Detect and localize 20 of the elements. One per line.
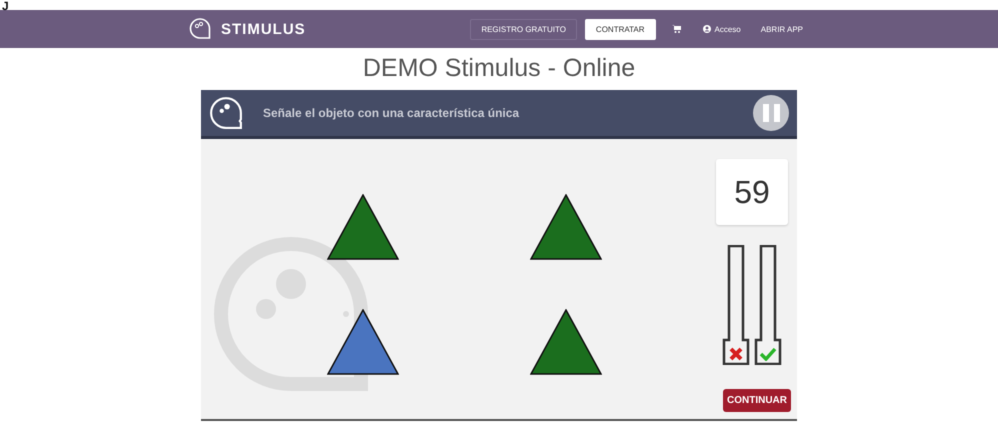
hire-button[interactable]: CONTRATAR bbox=[584, 18, 656, 40]
timer: 59 bbox=[716, 159, 788, 225]
stray-character: J bbox=[2, 0, 9, 12]
triangle[interactable] bbox=[530, 308, 602, 374]
brand-name: STIMULUS bbox=[221, 20, 306, 38]
logo-icon bbox=[189, 18, 213, 40]
pause-button[interactable] bbox=[753, 95, 789, 131]
page-title: DEMO Stimulus - Online bbox=[362, 53, 636, 84]
cart-icon[interactable] bbox=[672, 25, 681, 33]
triangle[interactable] bbox=[326, 308, 398, 374]
user-icon bbox=[702, 25, 711, 33]
register-button[interactable]: REGISTRO GRATUITO bbox=[470, 18, 577, 40]
login-link[interactable]: Acceso bbox=[696, 24, 747, 34]
continue-button[interactable]: CONTINUAR bbox=[723, 389, 791, 412]
cross-icon bbox=[729, 347, 743, 361]
triangle[interactable] bbox=[326, 194, 398, 260]
triangle[interactable] bbox=[530, 194, 602, 260]
open-app-link[interactable]: ABRIR APP bbox=[754, 24, 809, 34]
check-icon bbox=[759, 347, 777, 361]
instruction-text: Señale el objeto con una característica única bbox=[263, 106, 520, 120]
